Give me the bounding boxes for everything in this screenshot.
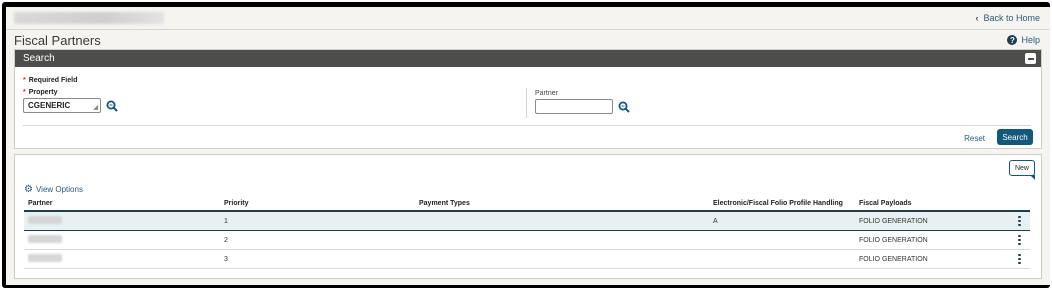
- vertical-ellipsis-icon[interactable]: [1014, 233, 1024, 247]
- view-options-link[interactable]: ⚙ View Options: [24, 184, 83, 195]
- redacted-partner-name: [28, 235, 62, 243]
- redacted-property-name: [14, 12, 164, 24]
- property-label: * Property: [23, 89, 58, 96]
- chevron-left-icon: ‹: [975, 13, 979, 23]
- property-input-value: CGENERIC: [28, 101, 71, 110]
- fiscal-partners-table: Partner Priority Payment Types Electroni…: [24, 197, 1030, 269]
- top-divider: [6, 29, 1050, 30]
- back-to-home-label: Back to Home: [983, 13, 1040, 23]
- back-to-home-link[interactable]: ‹ Back to Home: [975, 13, 1040, 23]
- partner-cell: [24, 254, 224, 264]
- partner-cell: [24, 216, 224, 226]
- redacted-partner-name: [28, 216, 62, 224]
- new-button-label: New: [1014, 164, 1029, 172]
- vertical-ellipsis-icon[interactable]: [1014, 214, 1024, 228]
- priority-cell: 1: [224, 217, 228, 225]
- new-button[interactable]: New: [1009, 160, 1035, 180]
- partner-lookup-icon[interactable]: [618, 101, 630, 113]
- partner-cell: [24, 235, 224, 245]
- reset-link[interactable]: Reset: [964, 134, 985, 143]
- search-panel-title: Search: [23, 53, 55, 64]
- column-header-priority[interactable]: Priority: [224, 200, 419, 207]
- profile-handling-cell: A: [713, 217, 718, 225]
- table-header: Partner Priority Payment Types Electroni…: [24, 197, 1030, 212]
- partner-label: Partner: [535, 90, 558, 97]
- column-header-profile-handling[interactable]: Electronic/Fiscal Folio Profile Handling: [713, 200, 859, 207]
- vertical-ellipsis-icon[interactable]: [1014, 252, 1024, 266]
- column-header-payment-types[interactable]: Payment Types: [419, 200, 713, 207]
- help-link[interactable]: ? Help: [1007, 35, 1040, 45]
- row-actions-cell: [1009, 252, 1030, 266]
- required-star-icon: *: [23, 77, 26, 84]
- app-surface: ‹ Back to Home Fiscal Partners ? Help Se…: [6, 7, 1050, 285]
- results-panel: New ⚙ View Options Partner Priority Paym…: [14, 154, 1042, 279]
- search-actions-divider: [23, 125, 1031, 126]
- table-row[interactable]: 1 A FOLIO GENERATION: [24, 212, 1030, 231]
- required-field-note: * Required Field: [23, 77, 77, 84]
- page-title: Fiscal Partners: [14, 33, 101, 48]
- redacted-partner-name: [28, 254, 62, 262]
- search-panel-header: Search: [15, 50, 1041, 67]
- property-input[interactable]: CGENERIC ◢: [23, 98, 101, 113]
- property-label-text: Property: [28, 89, 58, 96]
- fiscal-payloads-cell: FOLIO GENERATION: [859, 236, 928, 244]
- fiscal-payloads-cell: FOLIO GENERATION: [859, 217, 928, 225]
- view-options-label: View Options: [35, 185, 83, 194]
- search-column-divider: [526, 88, 527, 118]
- search-panel: Search * Required Field * Property CGENERI…: [14, 49, 1042, 149]
- window-frame: ‹ Back to Home Fiscal Partners ? Help Se…: [2, 2, 1050, 288]
- row-actions-cell: [1009, 233, 1030, 247]
- table-row[interactable]: 2 FOLIO GENERATION: [24, 231, 1030, 250]
- help-label: Help: [1021, 35, 1040, 45]
- collapse-search-button[interactable]: [1025, 53, 1036, 64]
- priority-cell: 2: [224, 236, 228, 244]
- search-button[interactable]: Search: [997, 129, 1033, 145]
- required-field-label: Required Field: [28, 77, 78, 84]
- top-bar: ‹ Back to Home: [6, 7, 1050, 29]
- resize-handle-icon: ◢: [93, 105, 98, 111]
- gear-icon: ⚙: [24, 184, 33, 195]
- property-lookup-icon[interactable]: [106, 100, 118, 112]
- fiscal-payloads-cell: FOLIO GENERATION: [859, 255, 928, 263]
- column-header-fiscal-payloads[interactable]: Fiscal Payloads: [859, 200, 1009, 207]
- priority-cell: 3: [224, 255, 228, 263]
- row-actions-cell: [1009, 214, 1030, 228]
- column-header-partner[interactable]: Partner: [24, 200, 224, 207]
- required-star-icon: *: [23, 89, 26, 96]
- partner-input[interactable]: [535, 99, 613, 114]
- table-row[interactable]: 3 FOLIO GENERATION: [24, 250, 1030, 269]
- question-circle-icon: ?: [1007, 35, 1018, 45]
